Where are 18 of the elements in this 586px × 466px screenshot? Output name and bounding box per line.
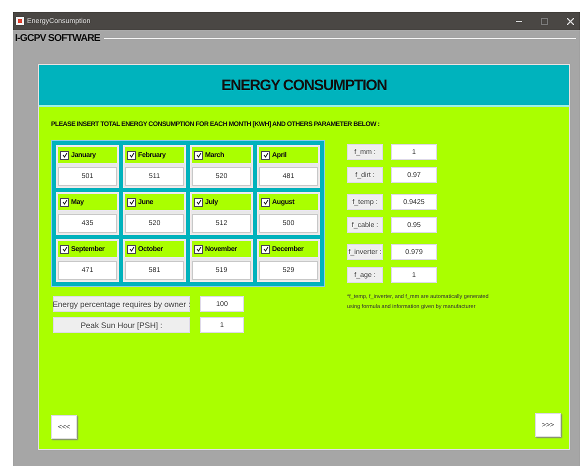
checkbox[interactable] xyxy=(194,198,203,206)
field-label: Energy percentage requires by owner : xyxy=(53,296,190,312)
field-label: Peak Sun Hour [PSH] : xyxy=(53,317,190,333)
checkbox[interactable] xyxy=(261,198,270,206)
checkbox[interactable] xyxy=(60,150,69,160)
app-label: I-GCPV SOFTWARE xyxy=(15,32,100,44)
checkbox[interactable] xyxy=(261,244,270,254)
checkbox[interactable] xyxy=(127,150,136,160)
checkbox[interactable] xyxy=(60,244,69,254)
checkbox[interactable] xyxy=(127,244,136,254)
checkbox[interactable] xyxy=(194,244,203,254)
app-icon xyxy=(16,17,24,25)
checkbox[interactable] xyxy=(194,150,203,160)
checkbox[interactable] xyxy=(261,150,270,160)
close-icon[interactable] xyxy=(567,18,574,24)
checkbox[interactable] xyxy=(127,198,136,206)
page-title: ENERGY CONSUMPTION xyxy=(221,76,387,94)
checkbox[interactable] xyxy=(60,198,69,206)
